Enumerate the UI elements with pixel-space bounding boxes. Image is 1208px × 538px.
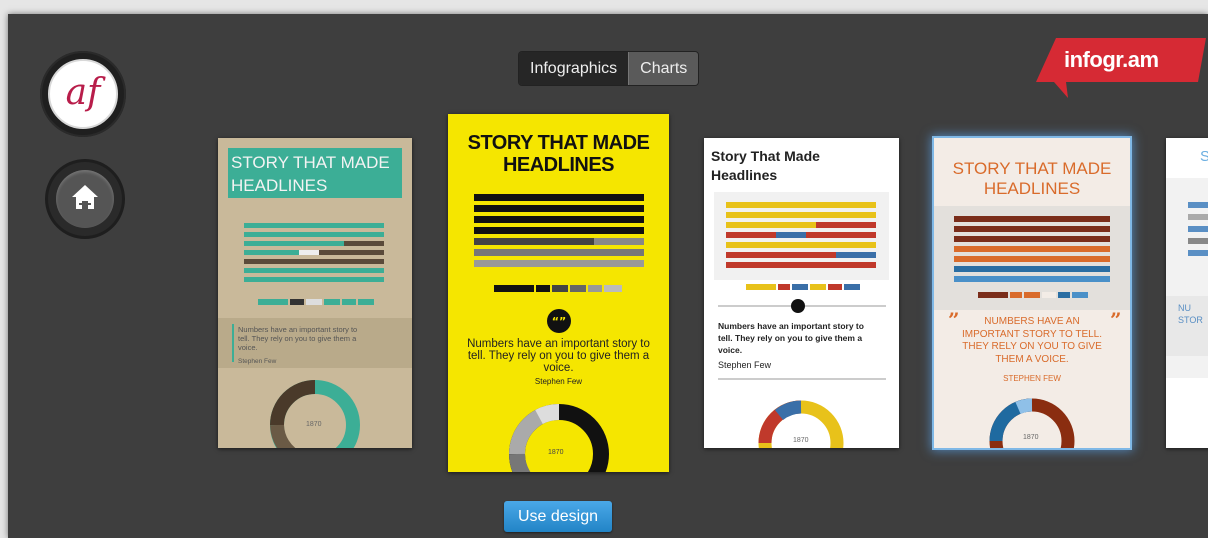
card-4-graphics: ” ” [934,206,1130,448]
card-4-donut-center: 1870 [1023,434,1039,441]
card-1-quote: Numbers have an important story to tell.… [238,325,358,352]
card-1-people-icons [244,223,384,282]
home-icon [72,185,98,209]
use-design-button[interactable]: Use design [504,501,612,532]
card-2-donut-center: 1870 [548,449,564,456]
card-4-quote: NUMBERS HAVE AN IMPORTANT STORY TO TELL.… [961,316,1103,365]
card-4-donut [989,398,1075,448]
card-3-author: Stephen Few [718,360,772,370]
card-3-donut-center: 1870 [793,437,809,444]
card-2-people-icons [474,194,644,267]
card-5-graphics [1166,178,1208,378]
card-2-graphics: “” [474,194,644,472]
card-2-legend [494,285,622,292]
card-4-author: STEPHEN FEW [1003,374,1061,383]
brand-logo[interactable]: infogr.am [1064,47,1159,73]
card-3-legend [746,284,860,290]
card-1-legend [258,299,374,305]
tab-charts[interactable]: Charts [628,52,699,85]
home-button[interactable] [48,162,122,236]
card-2-author: Stephen Few [534,377,583,386]
card-1-author: Stephen Few [238,358,277,365]
svg-text:“”: “” [552,315,566,328]
design-card-3[interactable]: Story That Made Headlines Numbers have a… [704,138,899,448]
design-type-tabs: Infographics Charts [519,52,699,85]
card-3-graphics [714,192,889,448]
logo-af: af [48,59,118,129]
card-3-quote: Numbers have an important story to tell.… [718,321,864,355]
card-1-graphics [218,223,412,448]
design-card-2-selected[interactable]: STORY THAT MADE HEADLINES “” Numbers hav… [448,114,669,472]
home-button-face [56,170,114,228]
card-3-quote-icon [791,299,805,313]
card-2-donut [509,403,609,472]
card-2-quote: Numbers have an important story to tell.… [467,338,650,374]
design-card-1[interactable]: STORY THAT MADE HEADLINES Numbers have a… [218,138,412,448]
design-card-4[interactable]: STORY THAT MADE HEADLINES ” ” NUMBERS HA… [934,138,1130,448]
design-card-5-partial[interactable]: S NU STOR [1166,138,1208,448]
tab-infographics[interactable]: Infographics [519,52,629,85]
card-1-donut [270,380,360,448]
card-1-donut-center: 1870 [306,421,322,428]
organization-logo[interactable]: af [40,51,126,137]
card-5-quote: NU STOR [1178,303,1203,325]
design-gallery: af Infographics Charts infogr.am STORY T… [8,14,1208,538]
